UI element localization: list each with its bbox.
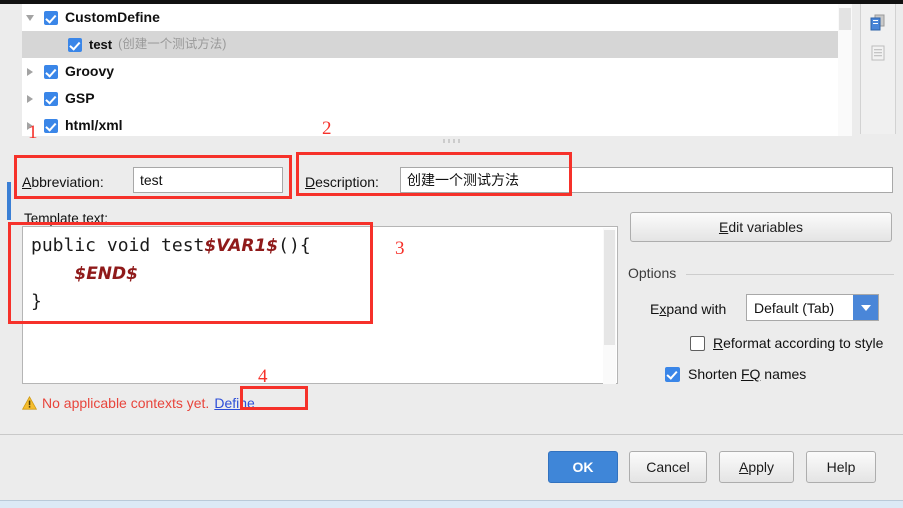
expand-arrow-icon[interactable] — [22, 4, 38, 31]
expand-arrow-icon[interactable] — [22, 58, 38, 85]
edit-variables-button[interactable]: Edit variables — [630, 212, 892, 242]
expand-with-label: Expand with — [650, 301, 726, 317]
description-input[interactable]: 创建一个测试方法 — [400, 167, 893, 193]
template-text-label: Template text: — [24, 211, 108, 226]
checkbox-box[interactable] — [690, 336, 705, 351]
description-value: 创建一个测试方法 — [407, 173, 519, 187]
template-line1-suffix: (){ — [278, 235, 311, 256]
tree-checkbox[interactable] — [44, 119, 58, 133]
tree-scrollbar[interactable] — [838, 4, 852, 136]
tree-item-label: GSP — [65, 85, 95, 112]
intellij-live-template-settings-dialog: CustomDefine test (创建一个测试方法) Groovy GSP — [0, 0, 903, 507]
tree-checkbox[interactable] — [44, 65, 58, 79]
dialog-body: CustomDefine test (创建一个测试方法) Groovy GSP — [0, 4, 903, 434]
ok-button-label: OK — [573, 459, 594, 475]
document-icon[interactable] — [867, 42, 889, 64]
shorten-fq-names-label: Shorten FQ names — [688, 366, 806, 382]
abbreviation-label: Abbreviation: — [22, 174, 104, 190]
template-line3: } — [31, 291, 42, 312]
chevron-down-icon[interactable] — [853, 295, 878, 320]
context-warning-row: No applicable contexts yet. Define — [22, 395, 255, 411]
expand-arrow-placeholder — [22, 31, 38, 58]
template-line2-variable: $END$ — [74, 264, 138, 284]
tree-item-label: Groovy — [65, 58, 114, 85]
template-text-content: public void test$VAR1$(){ $END$ } — [31, 232, 601, 315]
template-text-editor[interactable]: public void test$VAR1$(){ $END$ } — [22, 226, 618, 384]
reformat-label: Reformat according to style — [713, 335, 883, 351]
tree-toolbar — [860, 4, 896, 134]
template-line1-prefix: public void test — [31, 235, 204, 256]
abbreviation-input[interactable]: test — [133, 167, 283, 193]
tree-item-label: test — [89, 31, 112, 58]
tree-checkbox[interactable] — [68, 38, 82, 52]
help-button[interactable]: Help — [806, 451, 876, 483]
cancel-button-label: Cancel — [646, 459, 690, 475]
warning-triangle-icon — [22, 396, 37, 410]
tree-item-label: html/xml — [65, 112, 123, 136]
expand-with-dropdown[interactable]: Default (Tab) — [746, 294, 879, 321]
apply-button[interactable]: Apply — [719, 451, 794, 483]
ok-button[interactable]: OK — [548, 451, 618, 483]
shorten-fq-names-checkbox[interactable]: Shorten FQ names — [665, 366, 806, 382]
apply-button-label: Apply — [739, 459, 774, 475]
dialog-footer: OK Cancel Apply Help — [0, 434, 903, 501]
tree-item-label: CustomDefine — [65, 4, 160, 31]
template-line1-variable: $VAR1$ — [204, 236, 278, 256]
expand-arrow-icon[interactable] — [22, 112, 38, 136]
cancel-button[interactable]: Cancel — [629, 451, 707, 483]
tree-row[interactable]: Groovy — [22, 58, 852, 85]
focus-accent-strip — [7, 182, 11, 220]
define-context-link[interactable]: Define — [214, 395, 254, 411]
help-button-label: Help — [827, 459, 856, 475]
abbreviation-value: test — [140, 173, 163, 187]
tree-checkbox[interactable] — [44, 92, 58, 106]
template-line2-indent — [31, 263, 74, 284]
tree-row[interactable]: GSP — [22, 85, 852, 112]
copy-template-icon[interactable] — [867, 12, 889, 34]
tree-row[interactable]: test (创建一个测试方法) — [22, 31, 852, 58]
live-template-tree[interactable]: CustomDefine test (创建一个测试方法) Groovy GSP — [22, 4, 852, 136]
description-label: Description: — [305, 174, 379, 190]
expand-arrow-icon[interactable] — [22, 85, 38, 112]
edit-variables-label: Edit variables — [719, 219, 803, 235]
checkbox-box[interactable] — [665, 367, 680, 382]
reformat-according-to-style-checkbox[interactable]: Reformat according to style — [690, 335, 883, 351]
panel-splitter-handle[interactable] — [438, 137, 468, 145]
context-warning-message: No applicable contexts yet. — [42, 395, 209, 411]
tree-row[interactable]: html/xml — [22, 112, 852, 136]
tree-scrollbar-thumb[interactable] — [839, 8, 851, 30]
options-group-title: Options — [628, 265, 682, 281]
tree-item-description: (创建一个测试方法) — [118, 31, 226, 58]
expand-with-value: Default (Tab) — [747, 300, 853, 316]
tree-checkbox[interactable] — [44, 11, 58, 25]
template-scrollbar[interactable] — [603, 228, 616, 384]
tree-row[interactable]: CustomDefine — [22, 4, 852, 31]
template-scrollbar-thumb[interactable] — [604, 230, 615, 345]
